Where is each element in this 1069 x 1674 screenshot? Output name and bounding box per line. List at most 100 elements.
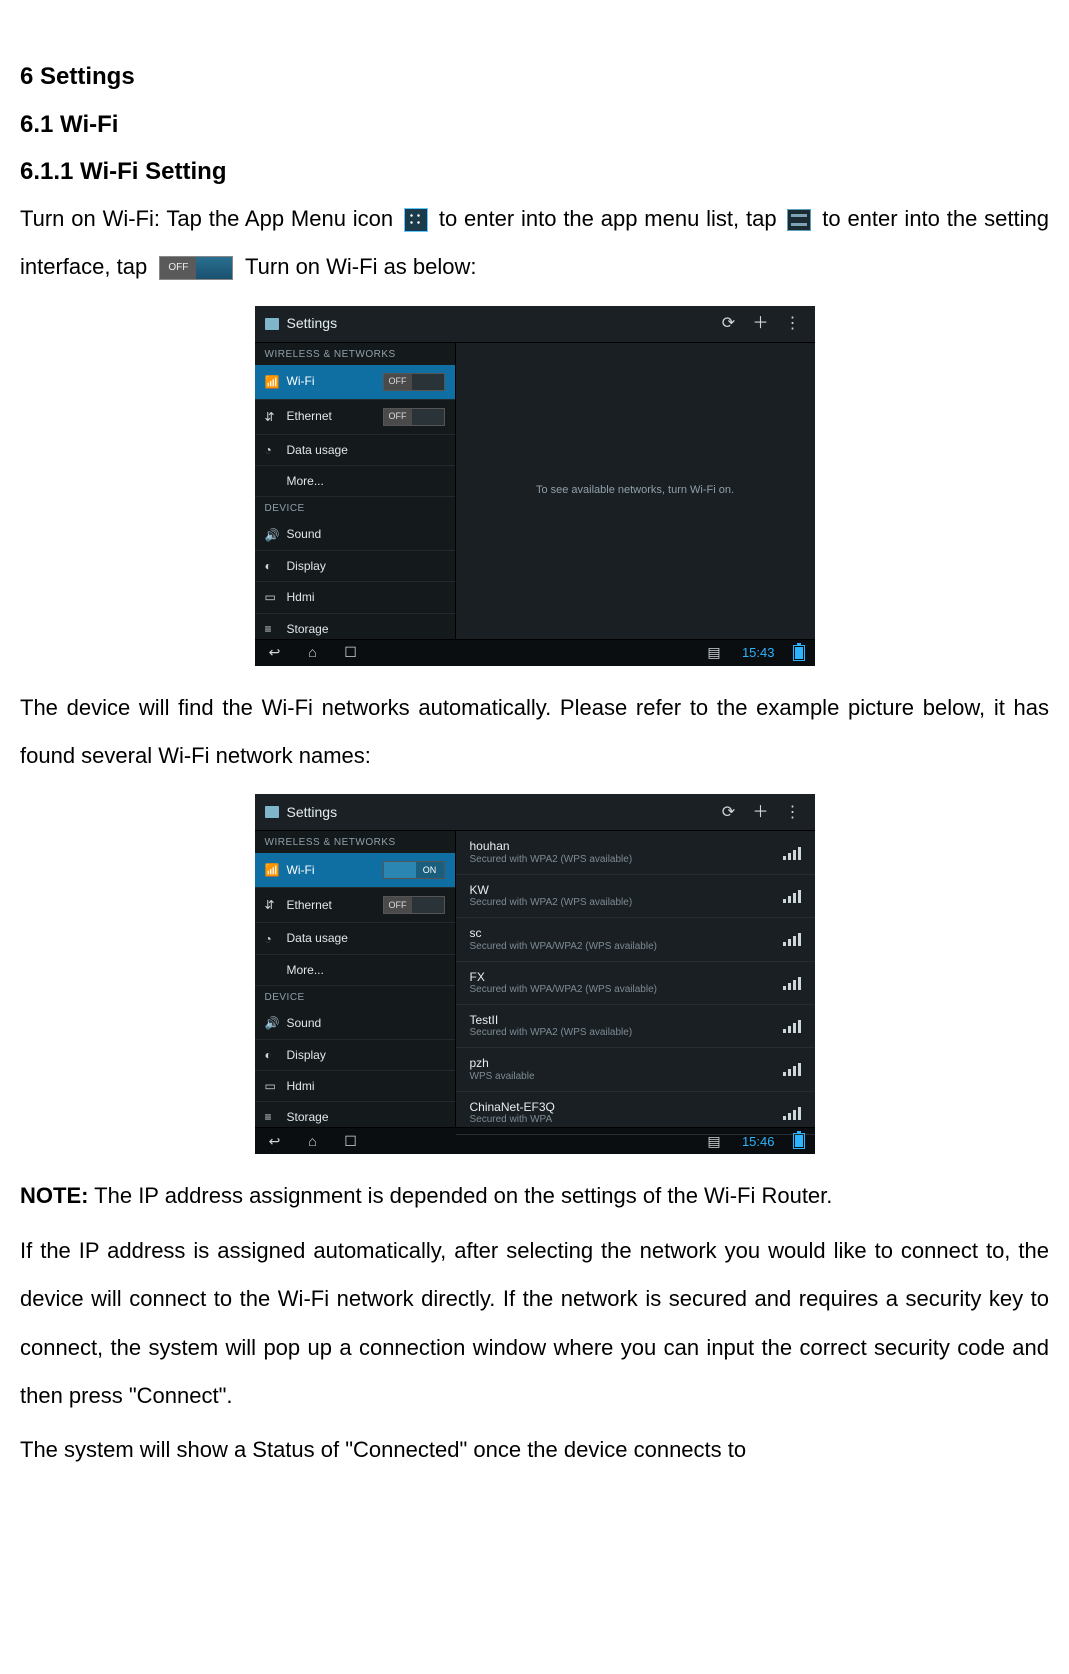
sidebar-item-storage[interactable]: ≡ Storage [255, 1102, 455, 1127]
network-row[interactable]: TestIISecured with WPA2 (WPS available) [456, 1005, 815, 1048]
add-icon[interactable]: ＋ [749, 312, 773, 336]
sidebar-item-data-usage[interactable]: ◔ Data usage [255, 923, 455, 954]
sd-icon: ▤ [704, 644, 724, 662]
paragraph-connected-status: The system will show a Status of "Connec… [20, 1426, 1049, 1474]
sidebar-item-label: Display [287, 559, 326, 573]
screenshot-title: Settings [287, 804, 338, 821]
network-row[interactable]: ChinaNet-EF3QSecured with WPA [456, 1092, 815, 1135]
network-name: houhan [470, 839, 773, 853]
recents-icon[interactable]: ☐ [341, 1132, 361, 1150]
signal-icon [783, 1106, 801, 1120]
toggle-label: OFF [384, 897, 412, 913]
sidebar-item-label: Display [287, 1048, 326, 1062]
settings-icon [265, 806, 279, 818]
sidebar-item-label: Data usage [287, 931, 348, 945]
sidebar-item-label: More... [287, 963, 324, 977]
signal-icon [783, 932, 801, 946]
ethernet-toggle[interactable]: OFF [383, 896, 445, 914]
screenshot-wifi-on: Settings ⟳ ＋ ⋮ WIRELESS & NETWORKS 📶 Wi-… [255, 794, 815, 1154]
sidebar-item-storage[interactable]: ≡ Storage [255, 614, 455, 639]
screenshot-title: Settings [287, 315, 338, 332]
sidebar-item-hdmi[interactable]: ▭ Hdmi [255, 582, 455, 613]
wifi-toggle[interactable]: OFF [383, 373, 445, 391]
note-label: NOTE: [20, 1183, 88, 1208]
network-row[interactable]: pzhWPS available [456, 1048, 815, 1091]
toggle-knob [412, 897, 444, 913]
network-name: TestII [470, 1013, 773, 1027]
display-icon: ◐ [265, 559, 279, 573]
refresh-icon[interactable]: ⟳ [717, 312, 741, 336]
instruction-text-a: Turn on Wi-Fi: Tap the App Menu icon [20, 206, 393, 231]
instruction-text-d: Turn on Wi-Fi as below: [245, 254, 476, 279]
display-icon: ◐ [265, 1048, 279, 1062]
signal-icon [783, 1019, 801, 1033]
recents-icon[interactable]: ☐ [341, 644, 361, 662]
toggle-knob [412, 374, 444, 390]
paragraph-auto-find: The device will find the Wi-Fi networks … [20, 684, 1049, 781]
sidebar-item-label: Storage [287, 1110, 329, 1124]
sidebar-item-more[interactable]: More... [255, 466, 455, 497]
add-icon[interactable]: ＋ [749, 800, 773, 824]
network-security: Secured with WPA/WPA2 (WPS available) [470, 941, 773, 953]
clock: 15:46 [742, 1134, 775, 1150]
section-device: DEVICE [255, 497, 455, 519]
section-wireless: WIRELESS & NETWORKS [255, 831, 455, 853]
sidebar-item-label: Sound [287, 1016, 322, 1030]
sidebar-item-sound[interactable]: 🔊 Sound [255, 1008, 455, 1039]
screenshot-topbar: Settings ⟳ ＋ ⋮ [255, 306, 815, 343]
network-name: sc [470, 926, 773, 940]
signal-icon [783, 846, 801, 860]
heading-wifi: 6.1 Wi-Fi [20, 108, 1049, 142]
heading-settings: 6 Settings [20, 60, 1049, 94]
network-name: FX [470, 970, 773, 984]
blank-icon [265, 474, 279, 488]
sidebar-item-display[interactable]: ◐ Display [255, 1040, 455, 1071]
home-icon[interactable]: ⌂ [303, 644, 323, 662]
section-wireless: WIRELESS & NETWORKS [255, 343, 455, 365]
network-security: WPS available [470, 1071, 773, 1083]
settings-icon [787, 209, 811, 231]
refresh-icon[interactable]: ⟳ [717, 800, 741, 824]
sidebar-item-hdmi[interactable]: ▭ Hdmi [255, 1071, 455, 1102]
sidebar-item-more[interactable]: More... [255, 955, 455, 986]
network-security: Secured with WPA2 (WPS available) [470, 854, 773, 866]
network-name: pzh [470, 1056, 773, 1070]
toggle-label: OFF [384, 374, 412, 390]
network-row[interactable]: houhanSecured with WPA2 (WPS available) [456, 831, 815, 874]
sidebar-item-label: Wi-Fi [287, 374, 315, 388]
sidebar-item-display[interactable]: ◐ Display [255, 551, 455, 582]
sidebar-item-label: More... [287, 474, 324, 488]
ethernet-toggle[interactable]: OFF [383, 408, 445, 426]
sidebar-item-data-usage[interactable]: ◔ Data usage [255, 435, 455, 466]
back-icon[interactable]: ↩ [265, 1132, 285, 1150]
storage-icon: ≡ [265, 622, 279, 636]
signal-icon [783, 889, 801, 903]
wifi-off-message: To see available networks, turn Wi-Fi on… [536, 484, 734, 497]
back-icon[interactable]: ↩ [265, 644, 285, 662]
overflow-icon[interactable]: ⋮ [781, 312, 805, 336]
clock: 15:43 [742, 645, 775, 661]
sidebar-item-label: Hdmi [287, 1079, 315, 1093]
heading-wifi-setting: 6.1.1 Wi-Fi Setting [20, 155, 1049, 189]
off-toggle-label: OFF [160, 257, 196, 279]
sidebar-item-ethernet[interactable]: ⇵ Ethernet OFF [255, 400, 455, 435]
screenshot-wifi-off: Settings ⟳ ＋ ⋮ WIRELESS & NETWORKS 📶 Wi-… [255, 306, 815, 666]
network-row[interactable]: KWSecured with WPA2 (WPS available) [456, 875, 815, 918]
toggle-label: OFF [384, 409, 412, 425]
sidebar-item-ethernet[interactable]: ⇵ Ethernet OFF [255, 888, 455, 923]
data-usage-icon: ◔ [265, 932, 279, 946]
network-row[interactable]: scSecured with WPA/WPA2 (WPS available) [456, 918, 815, 961]
wifi-toggle[interactable]: ON [383, 861, 445, 879]
off-toggle-icon: OFF [159, 256, 233, 280]
section-device: DEVICE [255, 986, 455, 1008]
sidebar-item-sound[interactable]: 🔊 Sound [255, 519, 455, 550]
sidebar-item-wifi[interactable]: 📶 Wi-Fi ON [255, 853, 455, 888]
sidebar: WIRELESS & NETWORKS 📶 Wi-Fi OFF ⇵ Ethern… [255, 343, 456, 639]
toggle-knob [384, 862, 416, 878]
network-row[interactable]: FXSecured with WPA/WPA2 (WPS available) [456, 962, 815, 1005]
hdmi-icon: ▭ [265, 590, 279, 604]
overflow-icon[interactable]: ⋮ [781, 800, 805, 824]
sidebar-item-wifi[interactable]: 📶 Wi-Fi OFF [255, 365, 455, 400]
system-navbar: ↩ ⌂ ☐ ▤ 15:43 [255, 639, 815, 666]
home-icon[interactable]: ⌂ [303, 1132, 323, 1150]
